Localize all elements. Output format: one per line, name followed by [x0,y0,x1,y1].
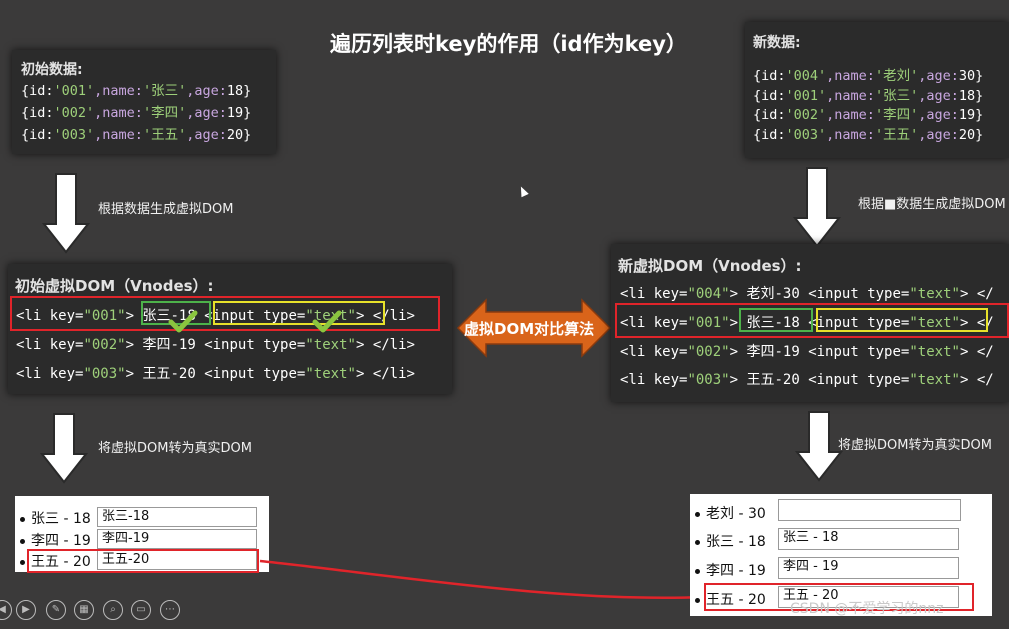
check-icon [312,310,342,333]
pen-icon[interactable]: ✎ [46,600,66,620]
watermark: CSDN @不爱学习的nnz [790,601,944,617]
slide-title: 遍历列表时key的作用（id作为key） [330,32,687,56]
real-item-input[interactable]: 李四-19 [97,529,257,549]
real-list-item: 张三 - 18 [695,531,766,551]
new-vdom-heading: 新虚拟DOM（Vnodes）: [618,257,802,275]
real-item-input[interactable]: 张三-18 [97,507,257,527]
real-list-item: 李四 - 19 [20,530,91,550]
mouse-cursor-icon [517,184,529,198]
initial-vdom-row: <li key="002"> 李四-19 <input type="text">… [16,337,415,353]
real-item-input[interactable] [778,499,961,521]
bullet-icon [20,559,25,565]
real-item-label: 张三 - 18 [706,534,766,550]
bullet-icon [20,538,25,544]
real-list-item: 李四 - 19 [695,560,766,580]
bullet-icon [695,511,700,517]
slides-icon[interactable]: ▦ [74,600,94,620]
initial-data-row: {id:'003',name:'王五',age:20} [21,127,252,143]
initial-vdom-heading: 初始虚拟DOM（Vnodes）: [15,277,214,295]
down-arrow-icon [42,173,90,254]
new-vdom-row: <li key="004"> 老刘-30 <input type="text">… [620,286,994,302]
check-icon [168,310,198,333]
bullet-icon [695,568,700,574]
bullet-icon [695,539,700,545]
real-item-input[interactable]: 李四 - 19 [778,557,959,579]
slide: 遍历列表时key的作用（id作为key） 初始数据: {id:'001',nam… [0,0,1009,629]
real-list-item: 张三 - 18 [20,508,91,528]
initial-data-row: {id:'002',name:'李四',age:19} [21,105,252,121]
down-arrow-icon [795,411,843,482]
new-vdom-row: <li key="003"> 王五-20 <input type="text">… [620,372,994,388]
initial-data-code: {id:'001',name:'张三',age:18} {id:'002',na… [21,80,251,146]
zoom-icon[interactable]: ⌕ [103,600,123,620]
highlight-input-box [213,301,385,325]
real-item-input[interactable]: 张三 - 18 [778,528,959,550]
down-arrow-icon [793,167,841,248]
new-data-panel: 新数据: {id:'004',name:'老刘',age:30} {id:'00… [745,22,1009,158]
real-item-label: 李四 - 19 [706,563,766,579]
left-real-note: 将虚拟DOM转为真实DOM [98,441,252,456]
new-vdom-row: <li key="002"> 李四-19 <input type="text">… [620,344,994,360]
initial-data-panel: 初始数据: {id:'001',name:'张三',age:18} {id:'0… [12,50,276,154]
bullet-icon [695,597,700,603]
highlight-text-box [739,308,813,332]
play-icon[interactable]: ▶ [16,600,36,620]
new-data-row: {id:'002',name:'李四',age:19} [753,107,984,123]
new-data-row: {id:'001',name:'张三',age:18} [753,87,984,104]
connector-line [259,559,706,603]
real-item-label: 李四 - 19 [31,533,91,549]
initial-vdom-row: <li key="003"> 王五-20 <input type="text">… [16,366,415,382]
right-real-note: 将虚拟DOM转为真实DOM [838,438,992,453]
initial-data-row: {id:'001',name:'张三',age:18} [21,83,252,99]
initial-data-heading: 初始数据: [21,62,83,78]
bullet-icon [20,516,25,522]
real-item-label: 张三 - 18 [31,511,91,527]
left-generate-note: 根据数据生成虚拟DOM [98,202,234,217]
highlight-row-box [27,549,259,573]
previous-icon[interactable]: ◀ [0,600,12,620]
new-data-row: {id:'003',name:'王五',age:20} [753,126,984,143]
more-icon[interactable]: ⋯ [160,600,180,620]
down-arrow-icon [40,413,88,484]
real-item-label: 老刘 - 30 [706,506,766,522]
new-data-heading: 新数据: [753,35,801,51]
new-data-row: {id:'004',name:'老刘',age:30} [753,68,984,84]
screen-icon[interactable]: ▭ [131,600,151,620]
highlight-input-box [816,308,988,332]
real-list-item: 老刘 - 30 [695,503,766,523]
right-generate-note: 根据■数据生成虚拟DOM [858,197,1006,212]
new-data-code: {id:'004',name:'老刘',age:30} {id:'001',na… [753,67,983,145]
compare-label: 虚拟DOM对比算法 [464,320,595,338]
